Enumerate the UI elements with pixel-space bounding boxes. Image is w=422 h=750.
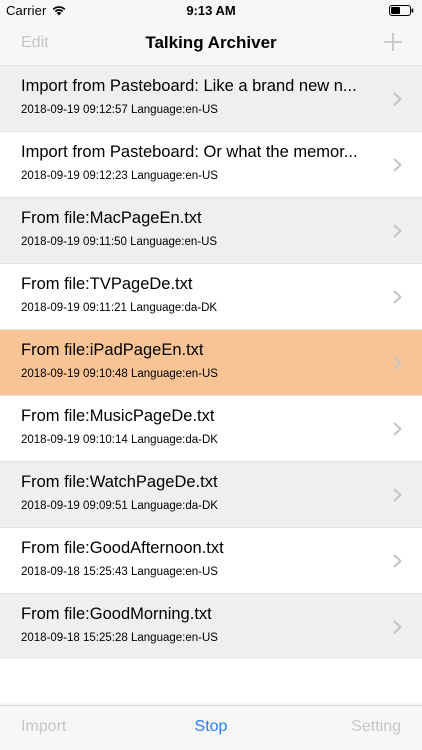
plus-icon[interactable]	[382, 31, 404, 53]
list-item-title: From file:MacPageEn.txt	[21, 209, 202, 227]
list-item-subtitle: 2018-09-19 09:11:50 Language:en-US	[21, 236, 218, 248]
list-item[interactable]: From file:GoodMorning.txt 2018-09-18 15:2…	[0, 593, 422, 659]
clock: 9:13 AM	[186, 3, 236, 18]
status-bar: Carrier 9:13 AM	[0, 0, 422, 22]
list-item-title: From file:TVPageDe.txt	[21, 275, 193, 293]
list-item-subtitle: 2018-09-19 09:11:21 Language:da-DK	[21, 302, 218, 314]
bottom-toolbar: Import Stop Setting	[0, 705, 422, 750]
list-item[interactable]: From file:MacPageEn.txt 2018-09-19 09:11:…	[0, 197, 422, 263]
battery-icon	[389, 5, 414, 16]
chevron-right-icon	[393, 290, 402, 304]
list-item-title: From file:WatchPageDe.txt	[21, 473, 218, 491]
list-item[interactable]: Import from Pasteboard: Or what the memo…	[0, 131, 422, 197]
list-item-subtitle: 2018-09-18 15:25:28 Language:en-US	[21, 632, 218, 644]
list-item[interactable]: From file:iPadPageEn.txt 2018-09-19 09:10…	[0, 329, 422, 395]
list-item-subtitle: 2018-09-18 15:25:43 Language:en-US	[21, 566, 218, 578]
chevron-right-icon	[393, 158, 402, 172]
list-item[interactable]: From file:TVPageDe.txt 2018-09-19 09:11:2…	[0, 263, 422, 329]
chevron-right-icon	[393, 224, 402, 238]
chevron-right-icon	[393, 488, 402, 502]
list-item-title: Import from Pasteboard: Like a brand new…	[21, 77, 357, 95]
list-item-title: From file:iPadPageEn.txt	[21, 341, 204, 359]
navigation-bar: Edit Talking Archiver	[0, 22, 422, 65]
list-item-subtitle: 2018-09-19 09:10:14 Language:da-DK	[21, 434, 218, 446]
page-title: Talking Archiver	[145, 33, 277, 52]
app-screen: Carrier 9:13 AM Edit Talking Archiver Im…	[0, 0, 422, 750]
chevron-right-icon	[393, 92, 402, 106]
list-item-subtitle: 2018-09-19 09:12:23 Language:en-US	[21, 170, 218, 182]
chevron-right-icon	[393, 356, 402, 370]
chevron-right-icon	[393, 554, 402, 568]
archive-list: Import from Pasteboard: Like a brand new…	[0, 65, 422, 702]
list-item[interactable]: From file:MusicPageDe.txt 2018-09-19 09:1…	[0, 395, 422, 461]
list-item-subtitle: 2018-09-19 09:10:48 Language:en-US	[21, 368, 218, 380]
list-item-title: From file:GoodAfternoon.txt	[21, 539, 224, 557]
chevron-right-icon	[393, 620, 402, 634]
list-item-subtitle: 2018-09-19 09:12:57 Language:en-US	[21, 104, 218, 116]
list-item-title: Import from Pasteboard: Or what the memo…	[21, 143, 358, 161]
setting-button[interactable]: Setting	[351, 718, 401, 736]
list-item-title: From file:MusicPageDe.txt	[21, 407, 215, 425]
list-item-subtitle: 2018-09-19 09:09:51 Language:da-DK	[21, 500, 218, 512]
chevron-right-icon	[393, 422, 402, 436]
list-item[interactable]: From file:WatchPageDe.txt 2018-09-19 09:0…	[0, 461, 422, 527]
list-item-title: From file:GoodMorning.txt	[21, 605, 212, 623]
list-item[interactable]: Import from Pasteboard: Like a brand new…	[0, 65, 422, 131]
list-item[interactable]: From file:GoodAfternoon.txt 2018-09-18 15…	[0, 527, 422, 593]
